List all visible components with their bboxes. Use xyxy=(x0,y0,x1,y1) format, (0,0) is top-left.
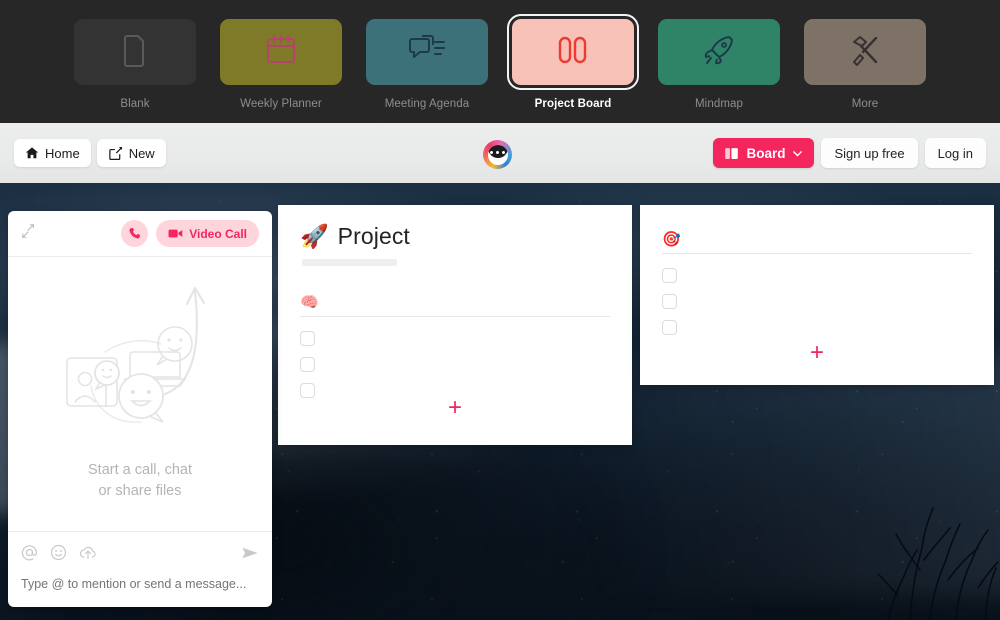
collapse-arrows-icon[interactable] xyxy=(21,223,37,244)
checkbox-item[interactable] xyxy=(662,268,677,283)
template-item-mindmap[interactable]: Mindmap xyxy=(658,19,780,110)
two-columns-icon xyxy=(557,35,589,70)
board-mode-button[interactable]: Board xyxy=(713,138,815,168)
checkbox-item[interactable] xyxy=(662,294,677,309)
template-item-label: Mindmap xyxy=(695,98,743,110)
login-button[interactable]: Log in xyxy=(924,138,986,168)
home-button[interactable]: Home xyxy=(14,139,91,167)
template-tile[interactable] xyxy=(220,19,342,85)
tools-icon xyxy=(849,34,881,71)
checkbox-item[interactable] xyxy=(300,331,315,346)
video-call-label: Video Call xyxy=(189,226,247,241)
chat-empty-illustration xyxy=(66,287,205,423)
video-camera-icon xyxy=(168,229,183,238)
card-section-divider xyxy=(662,253,972,254)
chat-panel-header: Video Call xyxy=(8,211,272,257)
video-call-button[interactable]: Video Call xyxy=(156,220,259,247)
chat-empty-text: Start a call, chat or share files xyxy=(88,460,192,502)
brand-avatar-inner xyxy=(487,144,508,165)
chat-composer xyxy=(8,531,272,607)
app-root: Blank Weekly Planner Meeting Agenda Proj… xyxy=(0,0,1000,620)
phone-icon xyxy=(129,227,141,239)
signup-button[interactable]: Sign up free xyxy=(821,138,918,168)
template-item-label: Meeting Agenda xyxy=(384,98,470,110)
template-item-label: Blank xyxy=(120,98,150,110)
two-columns-icon xyxy=(725,147,739,159)
upload-cloud-icon[interactable] xyxy=(79,544,97,566)
nav-left-group: Home New xyxy=(14,139,166,167)
calendar-icon xyxy=(264,34,298,71)
brain-emoji-icon: 🧠 xyxy=(300,294,319,311)
chat-actions: Video Call xyxy=(121,220,259,247)
new-button[interactable]: New xyxy=(96,139,166,167)
template-tile[interactable] xyxy=(366,19,488,85)
chat-empty-line-2: or share files xyxy=(98,483,182,499)
template-item-label: Project Board xyxy=(534,98,612,110)
document-outline-icon xyxy=(120,33,150,72)
card-section-divider xyxy=(300,316,610,317)
template-item-label: Weekly Planner xyxy=(240,98,322,110)
chat-bubbles-icon xyxy=(408,34,446,70)
brand-avatar[interactable] xyxy=(483,140,512,169)
template-item-weekly-planner[interactable]: Weekly Planner xyxy=(220,19,342,110)
home-icon xyxy=(25,147,39,159)
card-checklist xyxy=(300,331,610,398)
chat-empty-state: Start a call, chat or share files xyxy=(8,257,272,531)
template-item-blank[interactable]: Blank xyxy=(74,19,196,110)
brand-avatar-eyes xyxy=(488,150,508,154)
message-input[interactable] xyxy=(21,577,259,591)
template-tile[interactable] xyxy=(804,19,926,85)
template-item-meeting-agenda[interactable]: Meeting Agenda xyxy=(366,19,488,110)
background-tree-branches xyxy=(877,507,999,620)
mention-at-icon[interactable] xyxy=(21,544,38,566)
chat-empty-line-1: Start a call, chat xyxy=(88,462,192,478)
checkbox-item[interactable] xyxy=(300,357,315,372)
checkbox-item[interactable] xyxy=(662,320,677,335)
board-card-goals[interactable]: 🎯 + xyxy=(640,205,994,385)
emoji-smiley-icon[interactable] xyxy=(50,544,67,566)
template-tile[interactable] xyxy=(658,19,780,85)
card-checklist xyxy=(662,268,972,335)
board-mode-label: Board xyxy=(746,145,786,161)
card-title[interactable]: Project xyxy=(338,223,410,250)
card-title-placeholder-bar xyxy=(302,259,397,266)
signup-label: Sign up free xyxy=(834,145,905,161)
voice-call-button[interactable] xyxy=(121,220,149,247)
template-item-label: More xyxy=(851,98,879,110)
chat-panel: Video Call Start a call, chat or share f… xyxy=(8,211,272,607)
home-button-label: Home xyxy=(45,145,80,161)
template-picker-bar: Blank Weekly Planner Meeting Agenda Proj… xyxy=(0,0,1000,123)
rocket-icon xyxy=(703,34,735,71)
template-list: Blank Weekly Planner Meeting Agenda Proj… xyxy=(0,0,1000,110)
composer-toolbar xyxy=(21,544,259,566)
nav-right-group: Board Sign up free Log in xyxy=(713,138,986,168)
card-title-row: 🚀 Project xyxy=(300,223,610,250)
new-compose-icon xyxy=(108,146,122,160)
chevron-down-icon xyxy=(793,150,803,156)
add-item-button[interactable]: + xyxy=(278,396,632,420)
add-item-button[interactable]: + xyxy=(640,341,994,365)
send-icon[interactable] xyxy=(241,545,259,566)
new-button-label: New xyxy=(128,145,155,161)
board-card-project[interactable]: 🚀 Project 🧠 + xyxy=(278,205,632,445)
target-emoji-icon: 🎯 xyxy=(662,231,681,248)
template-tile[interactable] xyxy=(74,19,196,85)
template-tile[interactable] xyxy=(507,14,639,90)
template-item-more[interactable]: More xyxy=(804,19,926,110)
template-item-project-board[interactable]: Project Board xyxy=(507,14,639,110)
login-label: Log in xyxy=(937,145,973,161)
rocket-emoji-icon: 🚀 xyxy=(300,223,329,249)
